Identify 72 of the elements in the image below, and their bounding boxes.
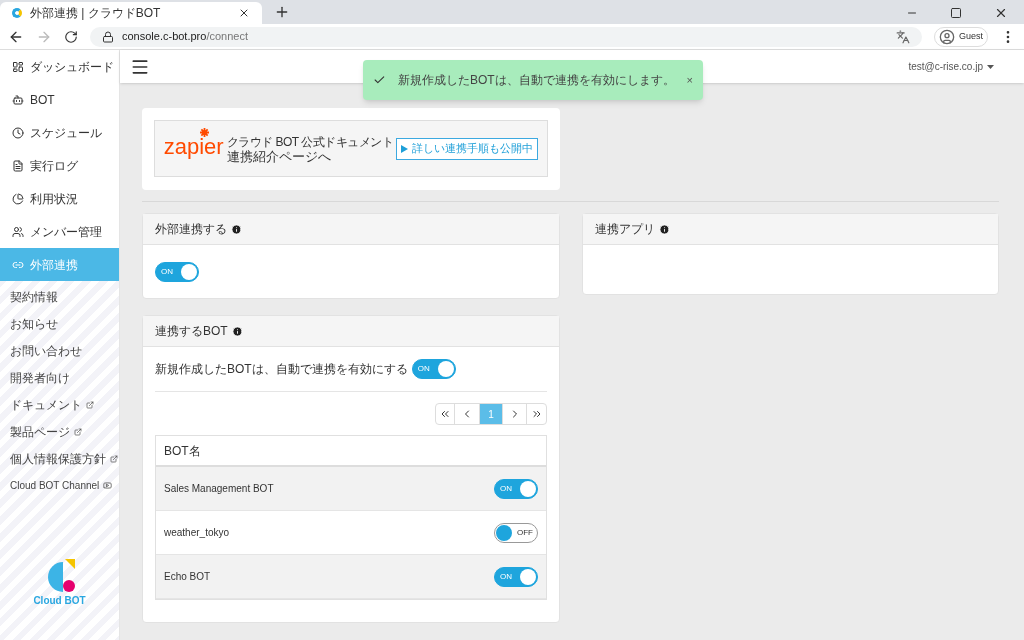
sidebar-link[interactable]: お問い合わせ bbox=[0, 337, 119, 364]
reload-icon[interactable] bbox=[64, 29, 78, 44]
toggle-knob bbox=[520, 480, 536, 497]
nav-icon bbox=[12, 225, 24, 238]
nav-icon bbox=[12, 159, 24, 172]
avatar-icon bbox=[939, 28, 955, 45]
toggle-switch[interactable]: OFF bbox=[494, 522, 538, 543]
double-chevron-icon bbox=[439, 408, 451, 420]
video-icon bbox=[103, 481, 113, 490]
toggle-knob bbox=[437, 361, 454, 377]
favicon-icon bbox=[12, 8, 22, 18]
url-field[interactable]: console.c-bot.pro/connect bbox=[90, 26, 922, 47]
setting-label: 新規作成したBOTは、自動で連携を有効にする bbox=[155, 361, 408, 378]
close-icon[interactable] bbox=[994, 6, 1008, 20]
browser-tab[interactable]: 外部連携 | クラウドBOT bbox=[0, 2, 262, 24]
double-chevron-icon bbox=[530, 408, 543, 420]
sidebar-link[interactable]: 開発者向け bbox=[0, 364, 119, 391]
toggle-label: OFF bbox=[517, 528, 533, 537]
sidebar-link[interactable]: Cloud BOT Channel bbox=[0, 472, 119, 499]
nav-icon bbox=[12, 60, 24, 73]
play-icon bbox=[401, 144, 409, 153]
info-icon bbox=[231, 325, 243, 337]
banner-caption: クラウド BOT 公式ドキュメント bbox=[226, 134, 394, 150]
toggle-knob bbox=[181, 263, 197, 280]
nav-item[interactable]: 利用状況 bbox=[0, 182, 119, 215]
sidebar-link[interactable]: 契約情報 bbox=[0, 283, 119, 310]
banner-title: 連携紹介ページへ bbox=[226, 149, 332, 163]
url-path: /connect bbox=[206, 29, 248, 45]
sidebar-link[interactable]: お知らせ bbox=[0, 310, 119, 337]
nav-item[interactable]: BOT bbox=[0, 83, 119, 116]
external-link-icon bbox=[110, 454, 118, 463]
close-button[interactable]: × bbox=[686, 71, 693, 89]
card-title: 連携するBOT bbox=[155, 323, 228, 340]
nav-item[interactable]: 実行ログ bbox=[0, 149, 119, 182]
toast-message: 新規作成したBOTは、自動で連携を有効にします。 bbox=[397, 72, 675, 89]
translate-icon[interactable] bbox=[896, 29, 910, 44]
new-tab-icon[interactable] bbox=[274, 4, 290, 20]
toggle-label: ON bbox=[500, 484, 512, 493]
asterisk-icon bbox=[199, 128, 209, 137]
bot-name: weather_tokyo bbox=[164, 526, 231, 540]
bot-name: Sales Management BOT bbox=[164, 482, 275, 496]
user-menu[interactable]: test@c-rise.co.jp bbox=[908, 59, 983, 74]
tab-title: 外部連携 | クラウドBOT bbox=[30, 5, 162, 22]
card-title: 連携アプリ bbox=[595, 221, 655, 238]
close-icon[interactable] bbox=[238, 7, 250, 19]
nav-item[interactable]: メンバー管理 bbox=[0, 215, 119, 248]
caret-icon bbox=[987, 64, 994, 69]
sidebar-link[interactable]: ドキュメント bbox=[0, 391, 119, 418]
bot-name: Echo BOT bbox=[164, 570, 212, 584]
sidebar-link[interactable]: 製品ページ bbox=[0, 418, 119, 445]
nav-icon bbox=[12, 93, 24, 106]
toggle-label: ON bbox=[417, 365, 430, 373]
info-icon bbox=[659, 223, 670, 235]
nav-item[interactable]: ダッシュボード bbox=[0, 50, 119, 83]
toggle-knob bbox=[520, 568, 536, 585]
column-header: BOT名 bbox=[164, 442, 201, 460]
nav-icon bbox=[12, 126, 24, 139]
nav-item[interactable]: スケジュール bbox=[0, 116, 119, 149]
toggle-knob bbox=[496, 524, 512, 541]
logo-text: Cloud BOT bbox=[33, 594, 86, 608]
restore-icon[interactable] bbox=[950, 7, 962, 19]
external-link-icon bbox=[74, 427, 82, 436]
external-link-icon bbox=[86, 400, 94, 409]
info-icon bbox=[231, 223, 242, 235]
url-host: console.c-bot.pro bbox=[122, 29, 207, 45]
toggle-label: ON bbox=[161, 267, 173, 276]
card-title: 外部連携する bbox=[155, 221, 227, 238]
toggle-label: ON bbox=[500, 572, 512, 581]
nav-icon bbox=[12, 192, 24, 205]
zapier-logo: zapier bbox=[163, 134, 224, 159]
sidebar-link[interactable]: 個人情報保護方針 bbox=[0, 445, 119, 472]
lock-icon bbox=[102, 30, 114, 43]
